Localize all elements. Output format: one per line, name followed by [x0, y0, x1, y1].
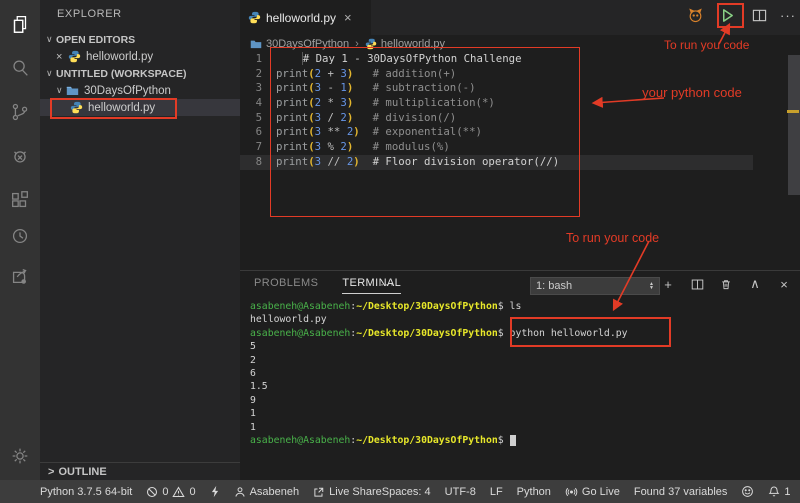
- chevron-down-icon: ∨: [46, 34, 56, 45]
- panel-actions: + ∧ ×: [660, 276, 792, 292]
- more-actions-icon[interactable]: ···: [780, 8, 796, 23]
- terminal[interactable]: asabeneh@Asabeneh:~/Desktop/30DaysOfPyth…: [250, 300, 790, 475]
- code-line[interactable]: 4print(2 * 3) # multiplication(*): [240, 96, 800, 111]
- terminal-line: asabeneh@Asabeneh:~/Desktop/30DaysOfPyth…: [250, 434, 790, 447]
- tab-label: helloworld.py: [266, 11, 336, 25]
- terminal-line: 1.5: [250, 380, 790, 393]
- open-editors-header[interactable]: ∨ OPEN EDITORS: [40, 31, 240, 48]
- code-line[interactable]: 6print(3 ** 2) # exponential(**): [240, 125, 800, 140]
- settings-gear-icon[interactable]: [0, 436, 40, 476]
- shell-selector[interactable]: 1: bash ▲▼: [530, 277, 660, 295]
- tab-helloworld[interactable]: helloworld.py ×: [240, 0, 372, 35]
- code-line[interactable]: 3print(3 - 1) # subtraction(-): [240, 81, 800, 96]
- cat-extension-icon[interactable]: [684, 5, 706, 27]
- panel-more-icon[interactable]: ···: [380, 277, 395, 291]
- tab-close-icon[interactable]: ×: [344, 10, 352, 25]
- terminal-line: 5: [250, 340, 790, 353]
- code-line[interactable]: 1 # Day 1 - 30DaysOfPython Challenge: [240, 52, 800, 67]
- breadcrumb[interactable]: 30DaysOfPython › helloworld.py: [240, 35, 800, 52]
- split-editor-icon[interactable]: [748, 5, 770, 27]
- problems-status[interactable]: 0 0: [146, 486, 195, 498]
- python-file-icon: [365, 38, 377, 50]
- live-share-status[interactable]: Live Share: [313, 486, 382, 498]
- code-editor[interactable]: 1 # Day 1 - 30DaysOfPython Challenge2pri…: [240, 52, 800, 270]
- terminal-line: 2: [250, 354, 790, 367]
- editor-tab-bar: helloworld.py × ···: [240, 0, 800, 35]
- search-icon[interactable]: [0, 48, 40, 88]
- person-icon: [234, 486, 246, 498]
- code-time-icon[interactable]: [0, 216, 40, 256]
- source-control-icon[interactable]: [0, 92, 40, 132]
- file-item-helloworld[interactable]: helloworld.py: [40, 99, 240, 116]
- broadcast-icon: [565, 486, 578, 498]
- encoding-status[interactable]: UTF-8: [445, 486, 476, 498]
- explorer-sidebar: EXPLORER ∨ OPEN EDITORS × helloworld.py …: [40, 0, 240, 480]
- overview-ruler-mark: [787, 110, 799, 113]
- go-live-status[interactable]: Go Live: [565, 486, 620, 498]
- vscode-window: EXPLORER ∨ OPEN EDITORS × helloworld.py …: [0, 0, 800, 503]
- tab-problems[interactable]: PROBLEMS: [254, 277, 318, 294]
- terminal-line: 1: [250, 421, 790, 434]
- activity-bar: [0, 0, 40, 480]
- bell-icon: [768, 485, 780, 498]
- chevron-right-icon: >: [48, 466, 54, 478]
- code-line[interactable]: 7print(3 % 2) # modulus(%): [240, 140, 800, 155]
- close-panel-icon[interactable]: ×: [776, 276, 792, 292]
- live-share-icon: [313, 486, 325, 498]
- terminal-line: helloworld.py: [250, 313, 790, 326]
- terminal-line: 1: [250, 407, 790, 420]
- folder-item-30daysofpython[interactable]: ∨ 30DaysOfPython: [40, 82, 240, 99]
- maximize-panel-icon[interactable]: ∧: [747, 276, 763, 292]
- editor-actions: ···: [684, 0, 796, 31]
- open-editor-item[interactable]: × helloworld.py: [40, 48, 240, 65]
- editor-scrollbar[interactable]: [788, 55, 800, 195]
- explorer-icon[interactable]: [0, 4, 40, 44]
- open-editor-filename: helloworld.py: [86, 51, 153, 63]
- terminal-line: 6: [250, 367, 790, 380]
- debug-icon[interactable]: [0, 136, 40, 176]
- feedback-smiley-icon[interactable]: [741, 485, 754, 498]
- sidebar-title: EXPLORER: [57, 8, 122, 20]
- folder-icon: [66, 84, 79, 97]
- account-status[interactable]: Asabeneh: [234, 486, 300, 498]
- file-name: helloworld.py: [88, 102, 155, 114]
- breadcrumb-folder[interactable]: 30DaysOfPython: [266, 38, 349, 50]
- warning-icon: [172, 486, 185, 498]
- run-button[interactable]: [716, 5, 738, 27]
- bottom-panel: PROBLEMS TERMINAL ··· 1: bash ▲▼ + ∧ × a…: [240, 270, 800, 480]
- split-terminal-icon[interactable]: [689, 276, 705, 292]
- chevron-down-icon: ∨: [56, 85, 66, 96]
- variables-status[interactable]: Found 37 variables: [634, 486, 728, 498]
- error-icon: [146, 486, 158, 498]
- chevron-down-icon: ∨: [46, 68, 56, 79]
- code-line[interactable]: 5print(3 / 2) # division(/): [240, 111, 800, 126]
- terminal-line: asabeneh@Asabeneh:~/Desktop/30DaysOfPyth…: [250, 327, 790, 340]
- code-line[interactable]: 2print(2 + 3) # addition(+): [240, 67, 800, 82]
- language-status[interactable]: Python: [517, 486, 551, 498]
- terminal-line: 9: [250, 394, 790, 407]
- outline-header[interactable]: > OUTLINE: [40, 462, 240, 480]
- workspace-header[interactable]: ∨ UNTITLED (WORKSPACE): [40, 65, 240, 82]
- live-share-activity-icon[interactable]: [0, 256, 40, 296]
- indentation-status[interactable]: Spaces: 4: [382, 486, 431, 498]
- close-editor-icon[interactable]: ×: [56, 51, 68, 63]
- status-bar: Python 3.7.5 64-bit 0 0 Asabeneh Live Sh…: [0, 480, 800, 503]
- eol-status[interactable]: LF: [490, 486, 503, 498]
- python-file-icon: [68, 50, 81, 63]
- extensions-icon[interactable]: [0, 180, 40, 220]
- lightning-icon[interactable]: [210, 485, 220, 498]
- breadcrumb-separator: ›: [355, 38, 359, 50]
- code-line[interactable]: 8print(3 // 2) # Floor division operator…: [240, 155, 800, 170]
- python-file-icon: [248, 11, 261, 24]
- notifications-bell[interactable]: 1: [768, 485, 790, 498]
- select-stepper-icon: ▲▼: [649, 282, 654, 290]
- folder-icon: [250, 38, 262, 50]
- kill-terminal-icon[interactable]: [718, 276, 734, 292]
- python-interpreter-status[interactable]: Python 3.7.5 64-bit: [40, 486, 132, 498]
- terminal-line: asabeneh@Asabeneh:~/Desktop/30DaysOfPyth…: [250, 300, 790, 313]
- python-file-icon: [70, 101, 83, 114]
- folder-name: 30DaysOfPython: [84, 85, 171, 97]
- breadcrumb-file[interactable]: helloworld.py: [381, 38, 445, 50]
- new-terminal-icon[interactable]: +: [660, 276, 676, 292]
